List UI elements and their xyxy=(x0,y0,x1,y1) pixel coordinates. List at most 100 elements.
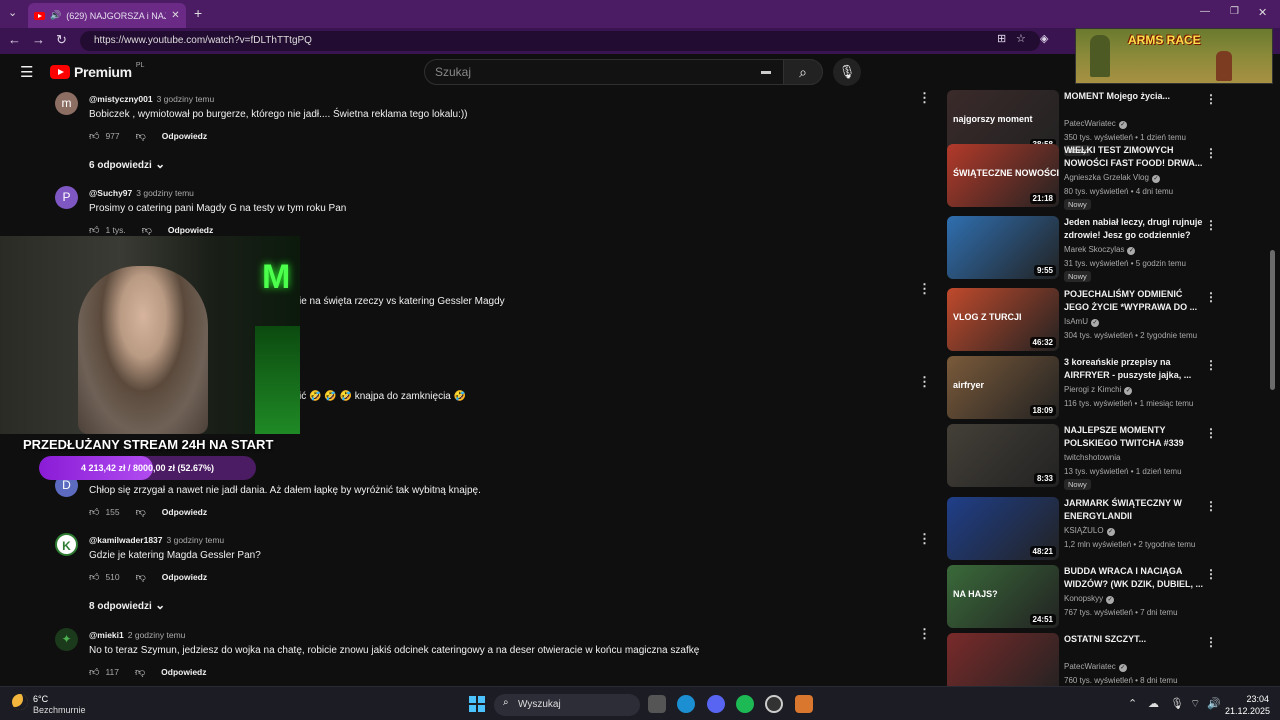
search-button[interactable]: ⌕ xyxy=(783,59,823,85)
clock-date[interactable]: 21.12.2025 xyxy=(1225,706,1270,716)
video-thumbnail[interactable]: 8:33 xyxy=(947,424,1059,487)
dislike-icon[interactable]: 👎︎ xyxy=(136,571,146,583)
video-more-icon[interactable]: ⋮ xyxy=(1205,92,1217,106)
like-icon[interactable]: 👍︎ xyxy=(89,666,99,678)
comment-author[interactable]: @Suchy97 xyxy=(89,188,132,198)
comment-more-icon[interactable]: ⋮ xyxy=(918,626,931,642)
comment-author[interactable]: @mieki1 xyxy=(89,630,124,640)
reply-button[interactable]: Odpowiedz xyxy=(162,507,207,517)
voice-search-button[interactable]: 🎙 xyxy=(833,58,861,86)
window-close-icon[interactable]: ✕ xyxy=(1258,6,1267,19)
video-more-icon[interactable]: ⋮ xyxy=(1205,426,1217,440)
video-thumbnail[interactable]: NA HAJS? 24:51 xyxy=(947,565,1059,628)
comment-time[interactable]: 3 godziny temu xyxy=(136,188,194,198)
scrollbar-thumb[interactable] xyxy=(1270,250,1275,390)
network-icon[interactable]: ⌔ xyxy=(1190,697,1200,711)
like-icon[interactable]: 👍︎ xyxy=(89,571,99,583)
channel-name[interactable]: Agnieszka Grzelak Vlog xyxy=(1064,173,1149,182)
weather-temperature[interactable]: 6°C xyxy=(33,694,48,704)
page-scrollbar[interactable] xyxy=(1268,90,1276,686)
video-card[interactable]: 8:33 NAJLEPSZE MOMENTY POLSKIEGO TWITCHA … xyxy=(947,424,1222,490)
comment-time[interactable]: 2 godziny temu xyxy=(128,630,186,640)
video-card[interactable]: NA HAJS? 24:51 BUDDA WRACA I NACIĄGA WIDZÓ… xyxy=(947,565,1222,629)
clock-time[interactable]: 23:04 xyxy=(1225,694,1269,704)
volume-icon[interactable]: 🔊 xyxy=(1207,697,1221,710)
video-channel[interactable]: twitchshotownia xyxy=(1064,453,1120,462)
favorite-star-icon[interactable]: ☆ xyxy=(1016,32,1026,45)
reply-button[interactable]: Odpowiedz xyxy=(162,131,207,141)
avatar[interactable]: m xyxy=(55,92,78,115)
moon-weather-icon[interactable] xyxy=(12,694,28,710)
reload-icon[interactable]: ↻ xyxy=(56,32,67,48)
obs-icon[interactable] xyxy=(765,695,783,713)
comment-more-icon[interactable]: ⋮ xyxy=(918,90,931,106)
comment-author[interactable]: @kamilwader1837 xyxy=(89,535,163,545)
dislike-icon[interactable]: 👎︎ xyxy=(142,224,152,236)
video-channel[interactable]: IsAmU ✓ xyxy=(1064,317,1099,327)
video-more-icon[interactable]: ⋮ xyxy=(1205,499,1217,513)
app-available-icon[interactable]: ⊞ xyxy=(997,32,1006,45)
video-channel[interactable]: PatecWariatec ✓ xyxy=(1064,119,1127,129)
video-thumbnail[interactable]: ŚWIĄTECZNE NOWOŚCI 21:18 xyxy=(947,144,1059,207)
video-more-icon[interactable]: ⋮ xyxy=(1205,567,1217,581)
channel-name[interactable]: KSIĄŻULO xyxy=(1064,526,1104,535)
video-channel[interactable]: Marek Skoczylas ✓ xyxy=(1064,245,1136,255)
dislike-icon[interactable]: 👎︎ xyxy=(135,666,145,678)
forward-arrow-icon[interactable]: → xyxy=(32,32,45,47)
extension-icon[interactable]: ◈ xyxy=(1040,32,1048,45)
video-channel[interactable]: KSIĄŻULO ✓ xyxy=(1064,526,1115,536)
channel-name[interactable]: PatecWariatec xyxy=(1064,662,1116,671)
avatar[interactable]: K xyxy=(55,533,78,556)
tab-menu-chevron-icon[interactable]: ⌄ xyxy=(8,6,17,19)
comment-more-icon[interactable]: ⋮ xyxy=(918,374,931,390)
video-more-icon[interactable]: ⋮ xyxy=(1205,218,1217,232)
video-card[interactable]: ŚWIĄTECZNE NOWOŚCI 21:18 WIELKI TEST ZIMOW… xyxy=(947,144,1222,210)
app-icon[interactable] xyxy=(795,695,813,713)
spotify-icon[interactable] xyxy=(736,695,754,713)
youtube-premium-logo[interactable]: Premium PL xyxy=(50,62,144,80)
show-hidden-icons-chevron-icon[interactable]: ⌃ xyxy=(1128,697,1137,710)
speaker-icon[interactable]: 🔊 xyxy=(50,10,61,21)
like-icon[interactable]: 👍︎ xyxy=(89,224,99,236)
video-card[interactable]: 48:21 JARMARK ŚWIĄTECZNY W ENERGYLANDII KS… xyxy=(947,497,1222,561)
hamburger-menu-icon[interactable]: ☰ xyxy=(20,63,33,81)
task-view-icon[interactable] xyxy=(648,695,666,713)
channel-name[interactable]: PatecWariatec xyxy=(1064,119,1116,128)
avatar[interactable]: P xyxy=(55,186,78,209)
channel-name[interactable]: Pierogi z Kimchi xyxy=(1064,385,1121,394)
comment-author[interactable]: @mistyczny001 xyxy=(89,94,153,104)
video-title[interactable]: BUDDA WRACA I NACIĄGA WIDZÓW? (WK DZIK, … xyxy=(1064,565,1204,591)
search-input[interactable]: Szukaj xyxy=(424,59,784,85)
video-more-icon[interactable]: ⋮ xyxy=(1205,635,1217,649)
discord-icon[interactable] xyxy=(707,695,725,713)
show-replies-button[interactable]: 8 odpowiedzi xyxy=(89,598,165,612)
comment-more-icon[interactable]: ⋮ xyxy=(918,281,931,297)
channel-name[interactable]: IsAmU xyxy=(1064,317,1088,326)
like-icon[interactable]: 👍︎ xyxy=(89,130,99,142)
video-title[interactable]: 3 koreańskie przepisy na AIRFRYER - pusz… xyxy=(1064,356,1204,382)
new-tab-button[interactable]: + xyxy=(194,5,202,21)
video-title[interactable]: NAJLEPSZE MOMENTY POLSKIEGO TWITCHA #339 xyxy=(1064,424,1204,450)
video-card[interactable]: VLOG Z TURCJI 46:32 POJECHALIŚMY ODMIENIĆ … xyxy=(947,288,1222,352)
video-title[interactable]: Jeden nabiał leczy, drugi rujnuje zdrowi… xyxy=(1064,216,1204,242)
reply-button[interactable]: Odpowiedz xyxy=(162,572,207,582)
video-thumbnail[interactable]: airfryer 18:09 xyxy=(947,356,1059,419)
avatar[interactable]: ✦ xyxy=(55,628,78,651)
video-channel[interactable]: PatecWariatec ✓ xyxy=(1064,662,1127,672)
restore-icon[interactable]: ❐ xyxy=(1230,6,1239,17)
video-title[interactable]: WIELKI TEST ZIMOWYCH NOWOŚCI FAST FOOD! … xyxy=(1064,144,1204,170)
channel-name[interactable]: Marek Skoczylas xyxy=(1064,245,1124,254)
comment-time[interactable]: 3 godziny temu xyxy=(157,94,215,104)
start-button[interactable] xyxy=(469,696,485,712)
video-more-icon[interactable]: ⋮ xyxy=(1205,146,1217,160)
video-title[interactable]: POJECHALIŚMY ODMIENIĆ JEGO ŻYCIE *WYPRAW… xyxy=(1064,288,1204,314)
dislike-icon[interactable]: 👎︎ xyxy=(136,506,146,518)
minimize-icon[interactable]: — xyxy=(1200,6,1210,17)
comment-time[interactable]: 3 godziny temu xyxy=(167,535,225,545)
channel-name[interactable]: Konopskyy xyxy=(1064,594,1103,603)
edge-browser-icon[interactable] xyxy=(677,695,695,713)
video-card[interactable]: 9:55 Jeden nabiał leczy, drugi rujnuje zd… xyxy=(947,216,1222,282)
video-channel[interactable]: Konopskyy ✓ xyxy=(1064,594,1115,604)
like-icon[interactable]: 👍︎ xyxy=(89,506,99,518)
reply-button[interactable]: Odpowiedz xyxy=(161,667,206,677)
